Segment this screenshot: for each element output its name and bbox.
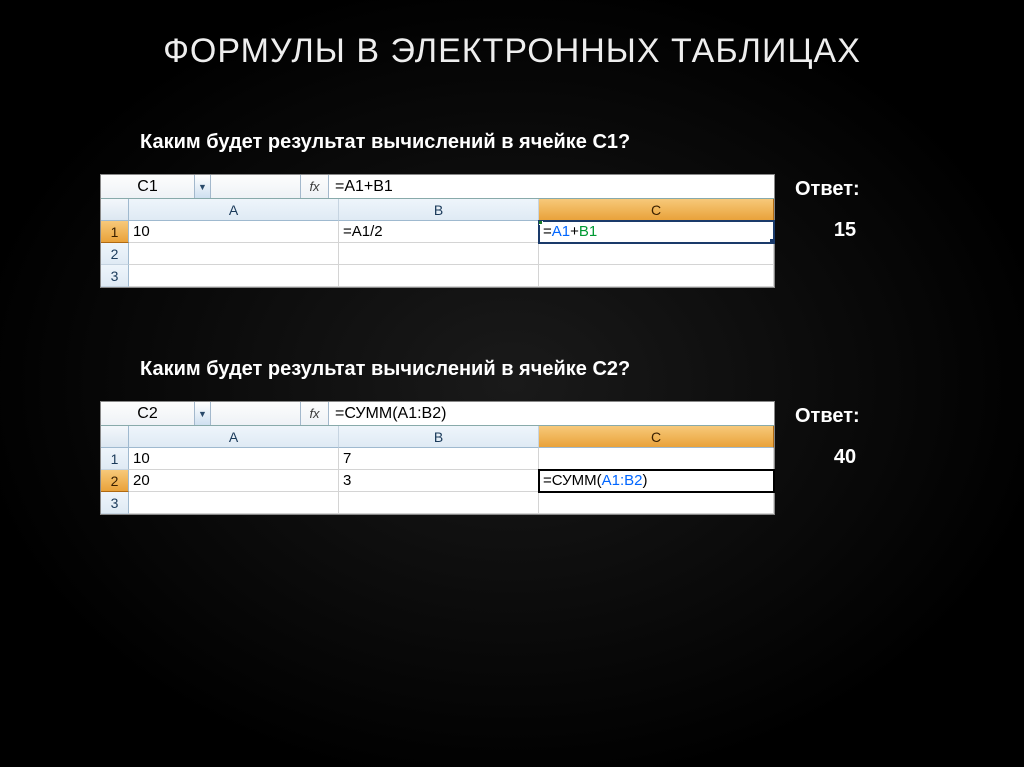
cell-a1[interactable]: 10 xyxy=(129,448,339,470)
cell-c2[interactable] xyxy=(539,243,774,265)
cell-b2[interactable] xyxy=(339,243,539,265)
name-box[interactable]: C2 ▼ xyxy=(101,402,211,425)
column-header[interactable]: A xyxy=(129,426,339,448)
cell-b3[interactable] xyxy=(339,492,539,514)
cell-c1[interactable]: =A1+B1 xyxy=(539,221,774,243)
name-box-text: C2 xyxy=(101,405,194,423)
slide: ФОРМУЛЫ В ЭЛЕКТРОННЫХ ТАБЛИЦАХ Каким буд… xyxy=(0,0,1024,767)
formula-bar-text: =СУММ(A1:B2) xyxy=(335,405,446,423)
formula-bar-gap xyxy=(211,402,301,425)
fx-icon[interactable]: fx xyxy=(301,175,329,198)
answer-value: 15 xyxy=(795,219,895,242)
spreadsheet-2: C2 ▼ fx =СУММ(A1:B2) 1 2 3 A B xyxy=(100,401,775,515)
column-header[interactable]: A xyxy=(129,199,339,221)
select-all-corner[interactable] xyxy=(101,199,129,221)
row-header[interactable]: 2 xyxy=(101,243,129,265)
fx-icon[interactable]: fx xyxy=(301,402,329,425)
answer-label: Ответ: xyxy=(795,178,895,201)
spreadsheet-1: C1 ▼ fx =A1+B1 1 2 3 A B C xyxy=(100,174,775,288)
answer-block-1: Ответ: 15 xyxy=(795,174,895,242)
name-box[interactable]: C1 ▼ xyxy=(101,175,211,198)
column-header[interactable]: C xyxy=(539,426,774,448)
cell-a3[interactable] xyxy=(129,492,339,514)
row-header[interactable]: 3 xyxy=(101,265,129,287)
cell-a1[interactable]: 10 xyxy=(129,221,339,243)
formula-bar-text: =A1+B1 xyxy=(335,178,393,196)
name-box-text: C1 xyxy=(101,178,194,196)
answer-label: Ответ: xyxy=(795,405,895,428)
row-header[interactable]: 1 xyxy=(101,221,129,243)
name-box-dropdown-icon[interactable]: ▼ xyxy=(194,402,210,425)
formula-bar-row: C1 ▼ fx =A1+B1 xyxy=(101,175,774,199)
formula-bar-input[interactable]: =СУММ(A1:B2) xyxy=(329,402,774,425)
row-header[interactable]: 1 xyxy=(101,448,129,470)
slide-title: ФОРМУЛЫ В ЭЛЕКТРОННЫХ ТАБЛИЦАХ xyxy=(50,32,974,71)
row-header[interactable]: 2 xyxy=(101,470,129,492)
cell-b1[interactable]: =A1/2 xyxy=(339,221,539,243)
row-header[interactable]: 3 xyxy=(101,492,129,514)
name-box-dropdown-icon[interactable]: ▼ xyxy=(194,175,210,198)
column-header[interactable]: B xyxy=(339,426,539,448)
cell-b3[interactable] xyxy=(339,265,539,287)
example-2: C2 ▼ fx =СУММ(A1:B2) 1 2 3 A B xyxy=(100,401,974,515)
cell-a2[interactable]: 20 xyxy=(129,470,339,492)
cell-c1[interactable] xyxy=(539,448,774,470)
answer-value: 40 xyxy=(795,446,895,469)
cell-b1[interactable]: 7 xyxy=(339,448,539,470)
select-all-corner[interactable] xyxy=(101,426,129,448)
formula-bar-gap xyxy=(211,175,301,198)
cell-c3[interactable] xyxy=(539,265,774,287)
question-2: Каким будет результат вычислений в ячейк… xyxy=(140,358,974,381)
question-1: Каким будет результат вычислений в ячейк… xyxy=(140,131,974,154)
formula-bar-input[interactable]: =A1+B1 xyxy=(329,175,774,198)
cell-c2[interactable]: =СУММ(A1:B2) xyxy=(539,470,774,492)
formula-bar-row: C2 ▼ fx =СУММ(A1:B2) xyxy=(101,402,774,426)
example-1: C1 ▼ fx =A1+B1 1 2 3 A B C xyxy=(100,174,974,288)
answer-block-2: Ответ: 40 xyxy=(795,401,895,469)
cell-a2[interactable] xyxy=(129,243,339,265)
column-header[interactable]: B xyxy=(339,199,539,221)
cell-b2[interactable]: 3 xyxy=(339,470,539,492)
cell-a3[interactable] xyxy=(129,265,339,287)
column-header[interactable]: C xyxy=(539,199,774,221)
cell-c3[interactable] xyxy=(539,492,774,514)
